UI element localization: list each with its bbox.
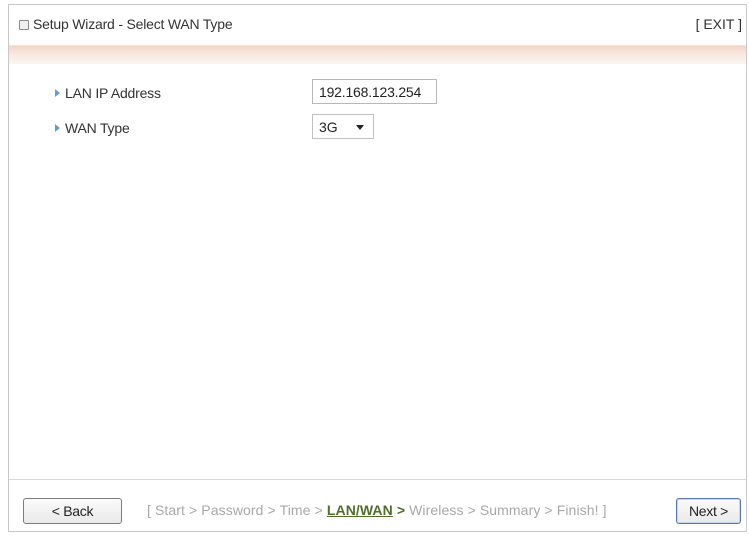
steps-before-current: [ Start > Password > Time > (147, 502, 327, 518)
bullet-arrow-icon (55, 124, 60, 132)
wizard-header: Setup Wizard - Select WAN Type [ EXIT ] (9, 5, 746, 46)
wan-type-label: WAN Type (65, 120, 130, 136)
page-title: Setup Wizard - Select WAN Type (33, 16, 233, 32)
lan-ip-label: LAN IP Address (65, 85, 161, 101)
exit-link[interactable]: [ EXIT ] (696, 16, 742, 32)
footer-divider (9, 479, 746, 480)
wan-type-select[interactable]: 3G (312, 114, 374, 139)
wan-type-row: WAN Type 3G (9, 114, 746, 142)
wizard-steps-breadcrumb: [ Start > Password > Time > LAN/WAN > Wi… (147, 502, 607, 518)
back-button[interactable]: < Back (23, 498, 122, 524)
steps-after-current: Wireless > Summary > Finish! ] (405, 502, 607, 518)
window-icon (19, 20, 29, 30)
lan-ip-row: LAN IP Address (9, 79, 746, 107)
header-divider-band (9, 46, 746, 64)
chevron-down-icon (356, 125, 364, 130)
bullet-arrow-icon (55, 89, 60, 97)
wizard-panel: Setup Wizard - Select WAN Type [ EXIT ] … (8, 4, 747, 532)
wan-type-selected-value: 3G (319, 119, 338, 135)
lan-ip-input[interactable] (312, 79, 437, 104)
current-step-separator: > (392, 502, 406, 518)
current-step: LAN/WAN (326, 502, 393, 518)
next-button[interactable]: Next > (676, 498, 741, 524)
